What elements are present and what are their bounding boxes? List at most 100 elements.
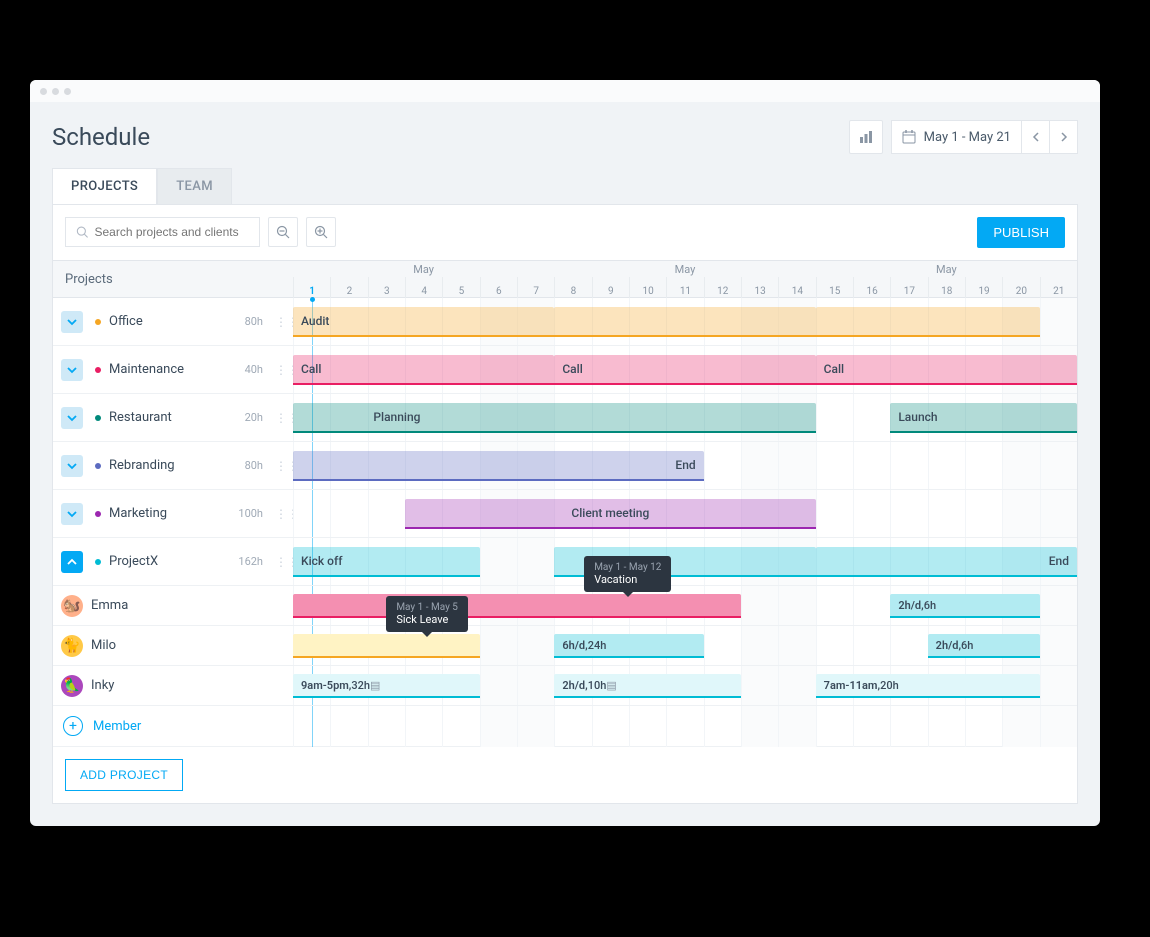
timeline-bar[interactable]: Kick off xyxy=(293,547,480,577)
avatar: 🐿️ xyxy=(61,595,83,617)
search-input[interactable] xyxy=(65,217,260,247)
day-header-5: 5 xyxy=(442,277,479,299)
member-timeline-bar[interactable] xyxy=(293,634,480,658)
project-color-dot xyxy=(95,559,101,565)
add-member-button[interactable]: + Member xyxy=(53,706,293,747)
project-hours: 162h xyxy=(238,555,263,568)
day-header-14: 14 xyxy=(778,277,815,299)
drag-handle-icon[interactable]: ⋮⋮ xyxy=(275,464,285,468)
member-timeline-bar[interactable]: 2h/d, 6h xyxy=(928,634,1040,658)
day-header-2: 2 xyxy=(330,277,367,299)
project-color-dot xyxy=(95,511,101,517)
project-name: Marketing xyxy=(109,506,230,521)
day-header-17: 17 xyxy=(890,277,927,299)
date-range-display[interactable]: May 1 - May 21 xyxy=(891,120,1022,154)
expand-toggle[interactable] xyxy=(61,359,83,381)
timeline-bar[interactable]: Audit xyxy=(293,307,554,337)
member-name: Milo xyxy=(91,638,116,653)
zoom-in-icon xyxy=(314,225,328,239)
avatar: 🐈 xyxy=(61,635,83,657)
project-hours: 40h xyxy=(245,363,263,376)
day-header-6: 6 xyxy=(480,277,517,299)
day-header-21: 21 xyxy=(1040,277,1077,299)
header: Schedule May 1 - May 21 xyxy=(30,102,1100,154)
member-timeline-bar[interactable]: 6h/d, 24h xyxy=(554,634,703,658)
day-header-1: 1 xyxy=(293,277,330,299)
titlebar xyxy=(30,80,1100,102)
expand-toggle[interactable] xyxy=(61,311,83,333)
expand-toggle[interactable] xyxy=(61,407,83,429)
day-header-12: 12 xyxy=(704,277,741,299)
expand-toggle[interactable] xyxy=(61,503,83,525)
timeline-bar[interactable]: Call xyxy=(293,355,554,385)
day-header-20: 20 xyxy=(1002,277,1039,299)
zoom-out-button[interactable] xyxy=(268,217,298,247)
project-color-dot xyxy=(95,415,101,421)
chevron-left-icon xyxy=(1032,132,1040,142)
timeline-bar[interactable] xyxy=(554,307,815,337)
drag-handle-icon[interactable]: ⋮⋮ xyxy=(275,416,285,420)
project-hours: 100h xyxy=(238,507,263,520)
zoom-out-icon xyxy=(276,225,290,239)
tooltip-vacation: May 1 - May 12Vacation xyxy=(584,556,671,592)
member-name: Inky xyxy=(91,678,114,693)
day-header-19: 19 xyxy=(965,277,1002,299)
day-header-16: 16 xyxy=(853,277,890,299)
chart-icon-button[interactable] xyxy=(849,120,883,154)
search-icon xyxy=(76,225,89,239)
project-hours: 80h xyxy=(245,315,263,328)
project-color-dot xyxy=(95,367,101,373)
day-header-18: 18 xyxy=(928,277,965,299)
drag-handle-icon[interactable]: ⋮⋮ xyxy=(275,560,285,564)
day-header-9: 9 xyxy=(592,277,629,299)
member-timeline-bar[interactable]: 9am-5pm, 32h ▤ xyxy=(293,674,480,698)
member-timeline-bar[interactable] xyxy=(293,594,741,618)
project-name: Maintenance xyxy=(109,362,237,377)
timeline-header: MayMayMay 123456789101112131415161718192… xyxy=(293,260,1077,298)
zoom-in-button[interactable] xyxy=(306,217,336,247)
schedule-panel: PUBLISH Projects Office 80h ⋮⋮ Maintenan… xyxy=(52,204,1078,804)
member-timeline-bar[interactable]: 2h/d, 10h ▤ xyxy=(554,674,741,698)
tab-projects[interactable]: PROJECTS xyxy=(52,168,157,204)
member-timeline-bar[interactable]: 7am-11am, 20h xyxy=(816,674,1040,698)
project-name: Rebranding xyxy=(109,458,237,473)
drag-handle-icon[interactable]: ⋮⋮ xyxy=(275,368,285,372)
publish-button[interactable]: PUBLISH xyxy=(977,217,1065,248)
member-timeline-bar[interactable]: 2h/d, 6h xyxy=(890,594,1039,618)
timeline-bar[interactable]: Client meeting xyxy=(405,499,816,529)
timeline-bar[interactable]: Launch xyxy=(890,403,1077,433)
day-header-11: 11 xyxy=(666,277,703,299)
page-title: Schedule xyxy=(52,123,150,151)
calendar-icon xyxy=(902,130,916,144)
expand-toggle[interactable] xyxy=(61,455,83,477)
expand-toggle[interactable] xyxy=(61,551,83,573)
drag-handle-icon[interactable]: ⋮⋮ xyxy=(275,512,285,516)
avatar: 🦜 xyxy=(61,675,83,697)
project-hours: 80h xyxy=(245,459,263,472)
day-header-3: 3 xyxy=(368,277,405,299)
day-header-8: 8 xyxy=(554,277,591,299)
timeline-bar[interactable]: Call xyxy=(816,355,1077,385)
timeline-bar[interactable]: Planning xyxy=(293,403,816,433)
bar-chart-icon xyxy=(859,130,873,144)
projects-column-header: Projects xyxy=(53,260,293,298)
tabs: PROJECTS TEAM xyxy=(30,154,1100,204)
project-color-dot xyxy=(95,319,101,325)
tooltip-sick: May 1 - May 5Sick Leave xyxy=(386,596,468,632)
next-button[interactable] xyxy=(1050,120,1078,154)
timeline-bar[interactable]: Call xyxy=(554,355,815,385)
day-header-15: 15 xyxy=(816,277,853,299)
timeline-bar[interactable]: End xyxy=(293,451,704,481)
prev-button[interactable] xyxy=(1022,120,1050,154)
tab-team[interactable]: TEAM xyxy=(157,168,232,204)
day-header-13: 13 xyxy=(741,277,778,299)
chevron-right-icon xyxy=(1060,132,1068,142)
project-name: Office xyxy=(109,314,237,329)
drag-handle-icon[interactable]: ⋮⋮ xyxy=(275,320,285,324)
plus-circle-icon: + xyxy=(63,716,83,736)
project-color-dot xyxy=(95,463,101,469)
timeline-bar[interactable] xyxy=(816,307,1040,337)
add-project-button[interactable]: ADD PROJECT xyxy=(65,759,183,791)
timeline-bar[interactable]: End xyxy=(816,547,1077,577)
search-field[interactable] xyxy=(95,225,250,239)
